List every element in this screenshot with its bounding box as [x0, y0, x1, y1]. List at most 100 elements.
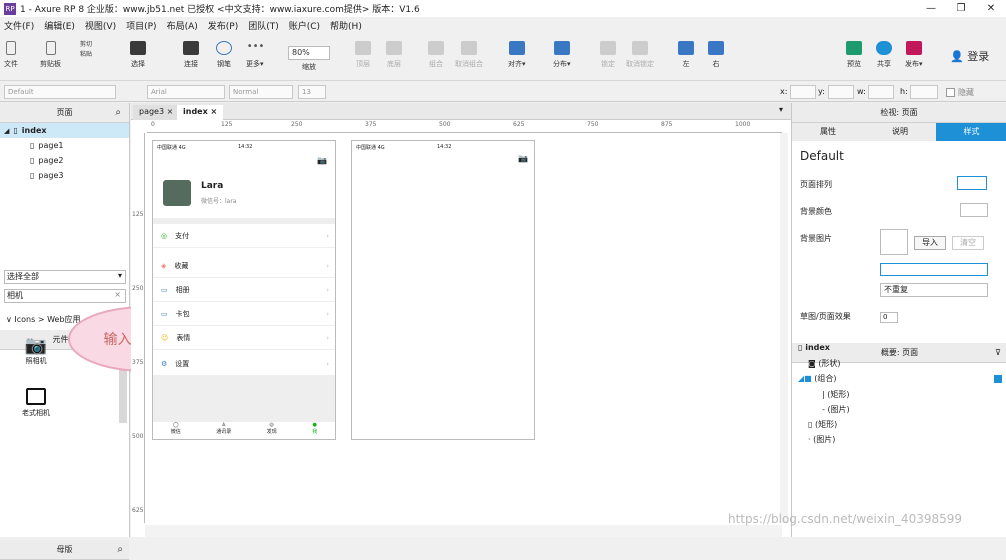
- page-align-toggle[interactable]: [957, 176, 987, 190]
- share-button[interactable]: 共享: [876, 41, 892, 69]
- align-button[interactable]: 对齐▾: [508, 41, 526, 69]
- more-button[interactable]: ••• 更多▾: [246, 41, 264, 69]
- search-icon[interactable]: ⌕: [117, 544, 123, 555]
- repeat-select[interactable]: 不重复: [880, 283, 988, 297]
- menu-view[interactable]: 视图(V): [85, 19, 116, 32]
- y-input[interactable]: [828, 85, 854, 99]
- collapse-icon[interactable]: ◢: [4, 127, 9, 135]
- widget-old-camera[interactable]: 老式相机: [18, 388, 54, 418]
- h-input[interactable]: [910, 85, 938, 99]
- font-select[interactable]: Arial: [147, 85, 225, 99]
- tree-item-page1[interactable]: ▯ page1: [0, 138, 129, 153]
- left-button[interactable]: 左: [678, 41, 694, 69]
- unlock-button[interactable]: 取消锁定: [626, 41, 654, 69]
- pen-button[interactable]: 钢笔: [216, 41, 232, 69]
- style-select[interactable]: Default: [4, 85, 116, 99]
- list-item[interactable]: ◈ 收藏 ›: [153, 254, 335, 278]
- tab-notes[interactable]: 说明: [864, 123, 936, 141]
- list-item[interactable]: ◎ 支付 ›: [153, 224, 335, 248]
- nav-item-contacts[interactable]: ♙ 通讯录: [216, 422, 231, 440]
- menu-edit[interactable]: 编辑(E): [44, 19, 75, 32]
- tab-index[interactable]: index ×: [177, 105, 224, 120]
- menu-file[interactable]: 文件(F): [4, 19, 34, 32]
- horizontal-scrollbar[interactable]: [145, 525, 782, 537]
- vertical-scrollbar[interactable]: [780, 133, 788, 523]
- bg-color-picker[interactable]: [960, 203, 988, 217]
- menu-help[interactable]: 帮助(H): [330, 19, 362, 32]
- menu-project[interactable]: 项目(P): [126, 19, 156, 32]
- zoom-select[interactable]: 80% 缩放: [288, 46, 330, 72]
- clipboard-group[interactable]: 剪贴板: [40, 41, 61, 69]
- ungroup-button[interactable]: 取消组合: [455, 41, 483, 69]
- outline-item[interactable]: ▯ (矩形): [808, 419, 837, 430]
- x-input[interactable]: [790, 85, 816, 99]
- style-name[interactable]: Default: [800, 149, 844, 163]
- outline-item[interactable]: ◙ (形状): [808, 358, 841, 369]
- menu-publish[interactable]: 发布(P): [208, 19, 238, 32]
- size-select[interactable]: 13: [298, 85, 326, 99]
- tab-style[interactable]: 样式: [936, 123, 1006, 141]
- menu-team[interactable]: 团队(T): [248, 19, 279, 32]
- tab-menu-icon[interactable]: ▾: [779, 105, 783, 114]
- login-button[interactable]: 👤 登录: [950, 48, 989, 64]
- tree-item-index[interactable]: ◢ ▯ index: [0, 123, 129, 138]
- maximize-button[interactable]: ❐: [946, 3, 976, 14]
- outline-item[interactable]: ◢■ (组合): [798, 373, 837, 384]
- tab-page3[interactable]: page3 ×: [133, 105, 180, 120]
- weight-select[interactable]: Normal: [229, 85, 293, 99]
- import-button[interactable]: 导入: [914, 236, 946, 250]
- list-item[interactable]: ☺ 表情 ›: [153, 326, 335, 350]
- tree-item-page2[interactable]: ▯ page2: [0, 153, 129, 168]
- list-item[interactable]: ⚙ 设置 ›: [153, 352, 335, 376]
- nav-item-chats[interactable]: ◯ 微信: [171, 422, 181, 440]
- outline-item[interactable]: - (图片): [822, 404, 850, 415]
- lock-button[interactable]: 锁定: [600, 41, 616, 69]
- filter-icon[interactable]: ⊽: [995, 348, 1001, 357]
- connect-button[interactable]: 连接: [183, 41, 199, 69]
- title-bar: RP 1 - Axure RP 8 企业版：www.jb51.net 已授权 <…: [0, 0, 1006, 17]
- clear-button[interactable]: 清空: [952, 236, 984, 250]
- library-search-input[interactable]: 相机 ×: [4, 289, 126, 303]
- file-button[interactable]: 文件: [4, 41, 18, 69]
- outline-item[interactable]: ▯ index: [798, 343, 830, 352]
- library-category[interactable]: ∨ Icons > Web应用: [6, 314, 81, 325]
- sketch-input[interactable]: 0: [880, 312, 898, 323]
- close-icon[interactable]: ×: [211, 107, 218, 116]
- library-select[interactable]: 选择全部 ▾: [4, 270, 126, 284]
- phone-mockup-2[interactable]: 中国联通 4G 14:32 📷: [351, 140, 535, 440]
- minimize-button[interactable]: —: [916, 3, 946, 14]
- menu-account[interactable]: 账户(C): [289, 19, 320, 32]
- distribute-button[interactable]: 分布▾: [553, 41, 571, 69]
- list-item[interactable]: ▭ 相册 ›: [153, 278, 335, 302]
- camera-icon[interactable]: 📷: [317, 156, 327, 165]
- list-item[interactable]: ▭ 卡包 ›: [153, 302, 335, 326]
- right-button[interactable]: 右: [708, 41, 724, 69]
- menu-arrange[interactable]: 布局(A): [167, 19, 198, 32]
- tab-properties[interactable]: 属性: [792, 123, 864, 141]
- tree-item-page3[interactable]: ▯ page3: [0, 168, 129, 183]
- hide-checkbox[interactable]: [946, 88, 955, 97]
- close-icon[interactable]: ×: [167, 107, 174, 116]
- chat-icon: ◯: [172, 422, 179, 428]
- select-button[interactable]: 选择: [130, 41, 146, 69]
- clear-icon[interactable]: ×: [114, 290, 121, 299]
- bring-top-button[interactable]: 顶层: [355, 41, 371, 69]
- image-align-grid[interactable]: [880, 263, 988, 276]
- paste-button[interactable]: 粘贴: [80, 49, 92, 58]
- outline-item[interactable]: · (图片): [808, 434, 835, 445]
- preview-button[interactable]: 预览: [846, 41, 862, 69]
- widget-camera[interactable]: 📷 照相机: [22, 335, 50, 366]
- group-button[interactable]: 组合: [428, 41, 444, 69]
- close-button[interactable]: ✕: [976, 3, 1006, 14]
- outline-item[interactable]: | (矩形): [822, 389, 850, 400]
- cut-button[interactable]: 剪切: [80, 39, 92, 48]
- camera-icon[interactable]: 📷: [518, 154, 528, 163]
- phone-mockup-1[interactable]: 中国联通 4G 14:32 📷 Lara 微信号：lara ◎ 支付 › ◈ 收藏 › …: [152, 140, 336, 440]
- publish-button[interactable]: 发布▾: [905, 41, 923, 69]
- w-input[interactable]: [868, 85, 894, 99]
- search-icon[interactable]: ⌕: [115, 107, 121, 118]
- nav-item-discover[interactable]: ◎ 发现: [267, 422, 277, 440]
- send-bottom-button[interactable]: 底层: [386, 41, 402, 69]
- nav-item-me[interactable]: ● 我: [312, 422, 317, 440]
- chevron-right-icon: ›: [326, 359, 329, 368]
